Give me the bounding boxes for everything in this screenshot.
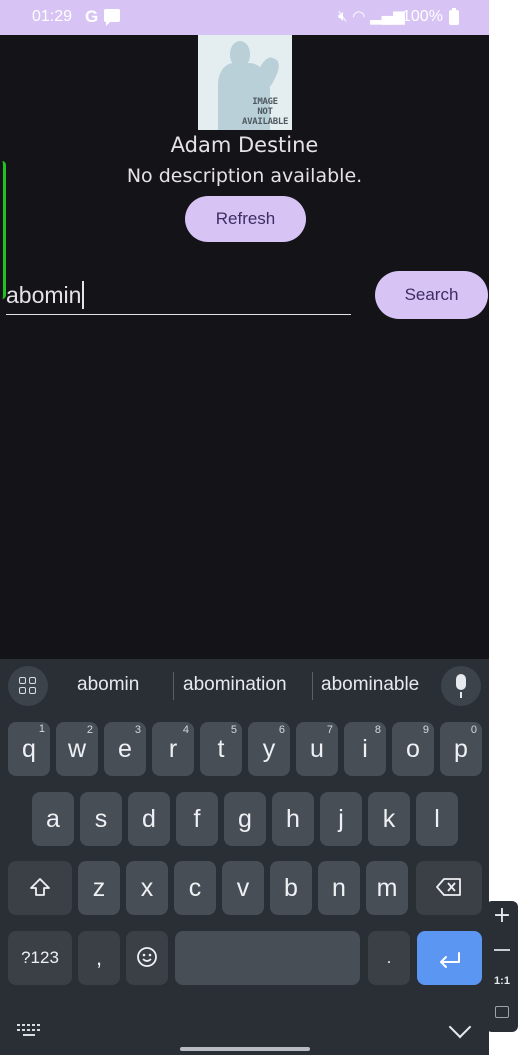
symbols-key[interactable]: ?123	[8, 931, 72, 985]
key-u[interactable]: u7	[296, 722, 338, 776]
key-l[interactable]: l	[416, 792, 458, 846]
grid-icon	[19, 677, 37, 695]
key-b[interactable]: b	[270, 861, 312, 915]
gesture-nav-bar[interactable]	[180, 1047, 310, 1051]
key-o[interactable]: o9	[392, 722, 434, 776]
suggestion-divider	[312, 672, 313, 700]
refresh-button[interactable]: Refresh	[185, 196, 306, 242]
key-y[interactable]: y6	[248, 722, 290, 776]
keyboard-switch-icon[interactable]	[17, 1024, 41, 1036]
soft-keyboard: abomin abomination abominable	[0, 659, 489, 1055]
key-r[interactable]: r4	[152, 722, 194, 776]
suggestion-divider	[173, 672, 174, 700]
backspace-icon	[436, 878, 461, 896]
suggestion-2[interactable]: abomination	[183, 674, 287, 696]
key-i[interactable]: i8	[344, 722, 386, 776]
key-j[interactable]: j	[320, 792, 362, 846]
key-a[interactable]: a	[32, 792, 74, 846]
shift-icon	[30, 878, 50, 896]
image-not-available-text: IMAGE NOT AVAILABLE	[242, 97, 289, 127]
period-key[interactable]: .	[368, 931, 410, 985]
voice-input-button[interactable]	[441, 666, 481, 706]
microphone-icon	[456, 674, 466, 698]
profile-description: No description available.	[126, 165, 363, 187]
shift-key[interactable]	[8, 861, 72, 915]
key-k[interactable]: k	[368, 792, 410, 846]
key-z[interactable]: z	[78, 861, 120, 915]
zoom-in-button[interactable]: +	[486, 903, 518, 928]
search-button[interactable]: Search	[375, 271, 488, 319]
mute-wifi-signal-icons: 🔇︎ ◠ ▂▄▆	[338, 7, 405, 25]
key-h[interactable]: h	[272, 792, 314, 846]
key-m[interactable]: m	[366, 861, 408, 915]
key-t[interactable]: t5	[200, 722, 242, 776]
profile-image: IMAGE NOT AVAILABLE	[198, 35, 292, 130]
enter-icon	[439, 952, 460, 968]
keyboard-menu-button[interactable]	[8, 666, 48, 706]
fit-screen-icon[interactable]	[495, 1006, 509, 1018]
key-c[interactable]: c	[174, 861, 216, 915]
zoom-ratio[interactable]: 1:1	[486, 975, 518, 987]
key-s[interactable]: s	[80, 792, 122, 846]
zoom-out-button[interactable]	[494, 949, 510, 951]
key-e[interactable]: e3	[104, 722, 146, 776]
space-key[interactable]	[175, 931, 360, 985]
text-caret	[82, 281, 85, 309]
suggestion-3[interactable]: abominable	[321, 674, 419, 696]
suggestion-1[interactable]: abomin	[77, 674, 139, 696]
profile-name: Adam Destine	[170, 133, 319, 157]
status-time: 01:29	[32, 8, 73, 25]
key-d[interactable]: d	[128, 792, 170, 846]
key-x[interactable]: x	[126, 861, 168, 915]
suggestion-strip: abomin abomination abominable	[0, 659, 489, 713]
battery-percent: 100%	[402, 8, 443, 25]
app-screen: 01:29 G 🔇︎ ◠ ▂▄▆ 100% IMAGE NOT AVAILABL…	[0, 0, 489, 1055]
key-w[interactable]: w2	[56, 722, 98, 776]
message-icon	[104, 9, 120, 26]
key-g[interactable]: g	[224, 792, 266, 846]
key-f[interactable]: f	[176, 792, 218, 846]
comma-key[interactable]: ,	[78, 931, 120, 985]
key-p[interactable]: p0	[440, 722, 482, 776]
key-q[interactable]: q1	[8, 722, 50, 776]
battery-icon	[449, 8, 459, 25]
emoji-icon	[137, 947, 157, 967]
search-input[interactable]: abomin	[6, 279, 351, 315]
status-bar: 01:29 G 🔇︎ ◠ ▂▄▆ 100%	[0, 0, 489, 35]
zoom-control: + 1:1	[486, 901, 518, 1032]
search-input-value: abomin	[6, 282, 82, 308]
enter-key[interactable]	[417, 931, 482, 985]
key-n[interactable]: n	[318, 861, 360, 915]
key-v[interactable]: v	[222, 861, 264, 915]
backspace-key[interactable]	[416, 861, 482, 915]
emoji-key[interactable]	[126, 931, 168, 985]
google-icon: G	[85, 7, 99, 26]
